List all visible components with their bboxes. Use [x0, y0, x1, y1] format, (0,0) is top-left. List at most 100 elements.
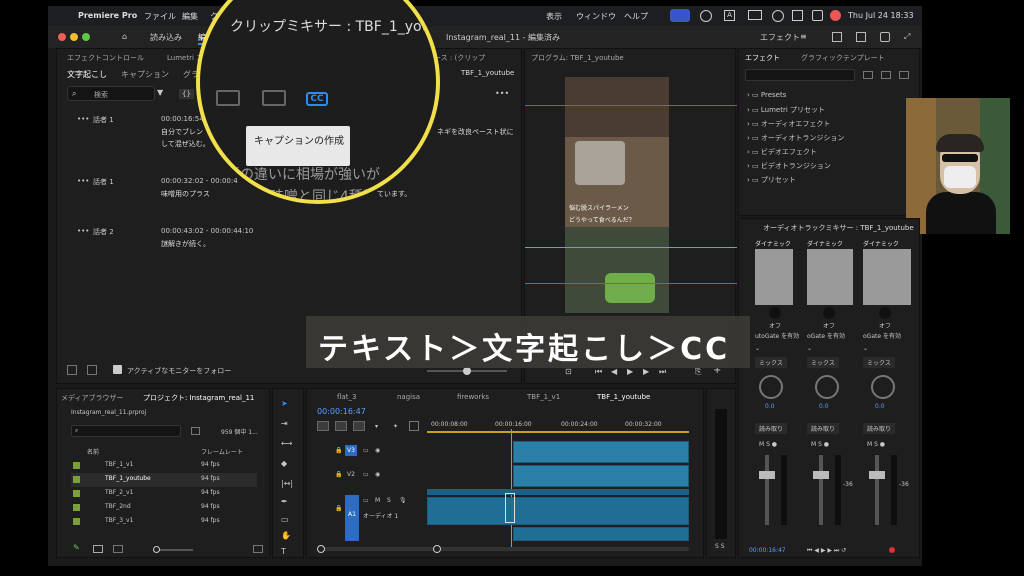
- tab-effects[interactable]: エフェクト: [745, 53, 780, 63]
- list-view-icon[interactable]: [93, 545, 103, 553]
- input-source-icon[interactable]: A: [724, 10, 735, 21]
- slip-tool-icon[interactable]: |↔|: [281, 479, 293, 488]
- sync-lock-icon[interactable]: ▭: [363, 447, 369, 454]
- tab-import[interactable]: 読み込み: [150, 32, 182, 43]
- fx-slot[interactable]: ダイナミック: [807, 239, 843, 248]
- seq-tab-active[interactable]: TBF_1_youtube: [597, 393, 650, 401]
- ripple-edit-tool-icon[interactable]: ⟷: [281, 439, 292, 448]
- mix-dropdown[interactable]: ミックス: [863, 357, 895, 368]
- eye-icon[interactable]: ◉: [375, 447, 380, 454]
- entry-text[interactable]: 自分でブレン: [161, 127, 203, 137]
- seq-tab[interactable]: nagisa: [397, 393, 420, 401]
- selection-tool-icon[interactable]: ➤: [281, 399, 288, 408]
- record-icon[interactable]: [889, 547, 895, 553]
- audio-clip-a1[interactable]: [427, 497, 689, 525]
- effect-folder[interactable]: › ▭ オーディオエフェクト: [747, 119, 830, 129]
- home-icon[interactable]: ⌂: [122, 32, 127, 41]
- in-out-icon[interactable]: ⊡: [565, 367, 572, 376]
- search-icon[interactable]: [792, 10, 803, 21]
- caption-track-strip[interactable]: [427, 489, 689, 495]
- mic-icon[interactable]: 🎙: [399, 497, 407, 504]
- fader-thumb[interactable]: [759, 471, 775, 479]
- automation-dropdown[interactable]: 読み取り: [755, 423, 788, 434]
- menu-edit[interactable]: 編集: [182, 11, 198, 22]
- fx-knob[interactable]: [769, 307, 781, 319]
- play-icon[interactable]: ▶: [627, 367, 633, 376]
- menu-view[interactable]: 表示: [546, 11, 562, 22]
- volume-fader[interactable]: [765, 455, 769, 525]
- automation-dropdown[interactable]: 読み取り: [807, 423, 840, 434]
- pan-knob[interactable]: [871, 375, 895, 399]
- marker-icon[interactable]: ▾: [375, 423, 378, 430]
- export-frame-icon[interactable]: ⎘: [695, 367, 701, 377]
- captions-icon[interactable]: [409, 421, 419, 431]
- video-clip-v3[interactable]: [513, 441, 689, 463]
- entry-menu-icon[interactable]: •••: [77, 227, 89, 235]
- project-item[interactable]: TBF_3_v1 94 fps: [71, 515, 257, 529]
- project-item[interactable]: TBF_2nd 94 fps: [71, 501, 257, 515]
- pencil-icon[interactable]: ✎: [73, 543, 80, 552]
- project-item[interactable]: TBF_1_v1 94 fps: [71, 459, 257, 473]
- speaker-label[interactable]: 話者 1: [93, 177, 114, 187]
- effect-folder[interactable]: › ▭ オーディオトランジション: [747, 133, 844, 143]
- tab-media-browser[interactable]: メディアブラウザー: [61, 393, 124, 403]
- track-label-a1[interactable]: A1: [345, 495, 359, 541]
- icon-view-icon[interactable]: [113, 545, 123, 553]
- slider-thumb[interactable]: [153, 546, 160, 553]
- transcript-search-input[interactable]: ⌕ 検索: [67, 86, 155, 101]
- effect-folder[interactable]: › ▭ プリセット: [747, 175, 796, 185]
- app-name[interactable]: Premiere Pro: [78, 11, 137, 20]
- zoom-window-button[interactable]: [82, 33, 90, 41]
- filter-icon[interactable]: ▼: [157, 88, 163, 97]
- sync-lock-icon[interactable]: ▭: [363, 497, 369, 504]
- quick-export-icon[interactable]: [832, 32, 842, 42]
- volume-fader[interactable]: [875, 455, 879, 525]
- follow-monitor-checkbox[interactable]: [113, 365, 122, 374]
- fx-slot[interactable]: ダイナミック: [863, 239, 899, 248]
- pen-tool-icon[interactable]: ✒: [281, 497, 288, 506]
- step-back-icon[interactable]: ⏮: [595, 367, 602, 377]
- lock-icon[interactable]: 🔒: [335, 471, 342, 478]
- scroll-handle-left[interactable]: [317, 545, 325, 553]
- entry-text-cont[interactable]: ています。: [377, 189, 411, 199]
- mute-solo-buttons[interactable]: M S ●: [811, 441, 829, 448]
- rewind-icon[interactable]: ◀: [611, 367, 617, 376]
- scroll-handle-right[interactable]: [433, 545, 441, 553]
- 32bit-icon[interactable]: [881, 71, 891, 79]
- share-icon[interactable]: [856, 32, 866, 42]
- sync-icon[interactable]: [700, 10, 712, 22]
- fader-thumb[interactable]: [869, 471, 885, 479]
- wrench-icon[interactable]: ✦: [393, 423, 398, 430]
- transcript-entry[interactable]: ••• 話者 2 00:00:43:02 - 00:00:44:10 謎解きが続…: [77, 227, 517, 257]
- entry-text[interactable]: 謎解きが続く。: [161, 239, 210, 249]
- mix-dropdown[interactable]: ミックス: [755, 357, 787, 368]
- fader-thumb[interactable]: [813, 471, 829, 479]
- timeline-timecode[interactable]: 00:00:16:47: [317, 407, 366, 416]
- track-label-v2[interactable]: V2: [347, 471, 355, 478]
- accelerated-icon[interactable]: [863, 71, 873, 79]
- project-search-input[interactable]: ⌕: [71, 425, 181, 437]
- timeline-ruler[interactable]: 00:00:08:00 00:00:16:00 00:00:24:00 00:0…: [427, 421, 689, 433]
- fx-knob[interactable]: [823, 307, 835, 319]
- pan-knob[interactable]: [759, 375, 783, 399]
- entry-text[interactable]: 味噌用のプラス: [161, 189, 210, 199]
- menu-help[interactable]: ヘルプ: [624, 11, 648, 22]
- effect-folder[interactable]: › ▭ ビデオトランジション: [747, 161, 831, 171]
- track-label-v3[interactable]: V3: [345, 445, 357, 456]
- close-window-button[interactable]: [58, 33, 66, 41]
- entry-menu-icon[interactable]: •••: [77, 115, 89, 123]
- workspace-label[interactable]: エフェクト: [760, 32, 800, 43]
- siri-icon[interactable]: [830, 10, 841, 21]
- hand-tool-icon[interactable]: ✋: [281, 531, 291, 540]
- snap-icon[interactable]: [335, 421, 347, 431]
- new-bin-icon[interactable]: [191, 427, 200, 435]
- mixer-title[interactable]: オーディオトラックミキサー : TBF_1_youtube: [763, 223, 914, 233]
- tab-transcript[interactable]: 文字起こし: [67, 69, 107, 80]
- mute-solo-buttons[interactable]: M S ●: [867, 441, 885, 448]
- zoom-slider[interactable]: [427, 367, 507, 375]
- fx-knob[interactable]: [879, 307, 891, 319]
- seq-tab[interactable]: fireworks: [457, 393, 489, 401]
- entry-menu-icon[interactable]: •••: [77, 177, 89, 185]
- playhead[interactable]: [511, 429, 512, 547]
- razor-tool-icon[interactable]: ◆: [281, 459, 287, 468]
